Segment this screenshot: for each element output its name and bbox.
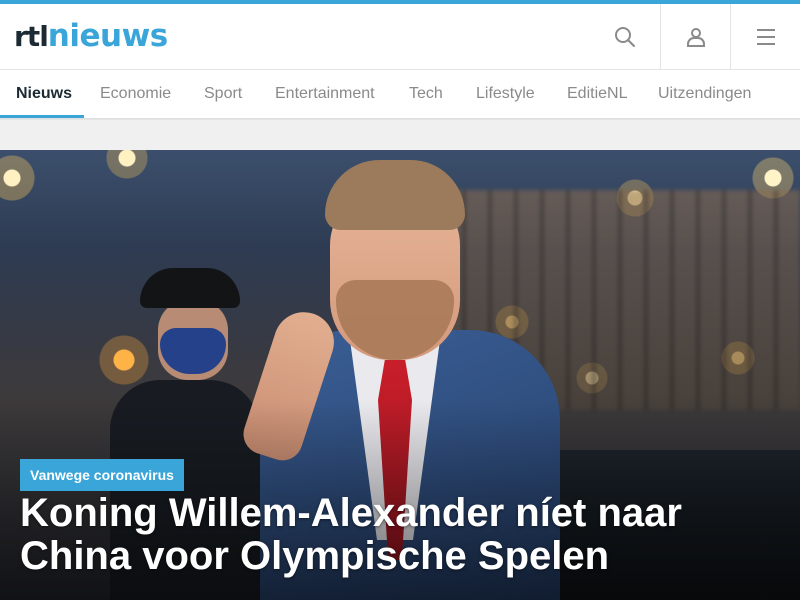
nav-item-entertainment[interactable]: Entertainment [275, 70, 375, 120]
nav-item-sport[interactable]: Sport [204, 70, 242, 120]
guard-cap [140, 268, 240, 308]
nav-item-tech[interactable]: Tech [409, 70, 443, 120]
logo-rtl-text: rtl [14, 20, 49, 53]
site-header: rtl nieuws [0, 4, 800, 70]
hero-category-tag[interactable]: Vanwege coronavirus [20, 459, 184, 491]
hamburger-menu-icon [756, 29, 775, 45]
nav-item-uitzendingen[interactable]: Uitzendingen [658, 70, 751, 120]
hero-article[interactable]: Vanwege coronavirus Koning Willem-Alexan… [0, 150, 800, 600]
content-gap [0, 120, 800, 150]
site-logo[interactable]: rtl nieuws [14, 16, 168, 56]
nav-item-nieuws[interactable]: Nieuws [16, 70, 72, 120]
main-nav: Nieuws Economie Sport Entertainment Tech… [0, 70, 800, 120]
account-button[interactable] [660, 4, 730, 70]
nav-item-lifestyle[interactable]: Lifestyle [476, 70, 535, 120]
king-hair [325, 160, 465, 230]
search-button[interactable] [590, 4, 660, 70]
hero-headline[interactable]: Koning Willem-Alexander níet naar China … [20, 492, 780, 578]
nav-item-economie[interactable]: Economie [100, 70, 171, 120]
user-icon [686, 28, 705, 47]
menu-button[interactable] [730, 4, 800, 70]
search-icon [615, 27, 635, 47]
nav-item-editienl[interactable]: EditieNL [567, 70, 627, 120]
logo-nieuws-text: nieuws [47, 18, 168, 54]
